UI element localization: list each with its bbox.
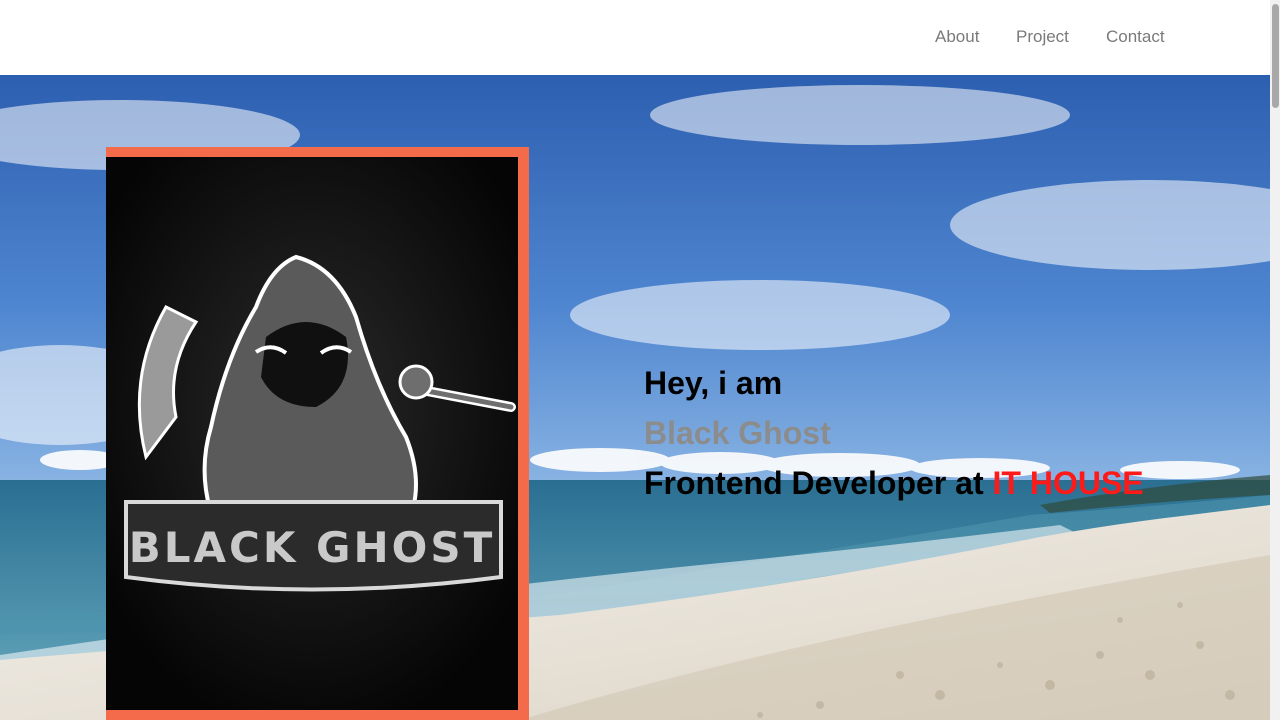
hero-section: BLACK GHOST Hey, i am Black Ghost Fronte… <box>0 75 1270 720</box>
black-ghost-logo-image: BLACK GHOST <box>106 157 518 710</box>
name-text: Black Ghost <box>644 415 831 451</box>
role-text: Frontend Developer at IT HOUSE <box>644 465 1144 502</box>
greeting-text: Hey, i am <box>644 365 783 401</box>
logo-wordmark: BLACK GHOST <box>129 523 496 572</box>
company-name: IT HOUSE <box>992 465 1144 501</box>
page-scrollbar[interactable] <box>1270 0 1280 720</box>
scrollbar-thumb[interactable] <box>1272 4 1279 108</box>
profile-image-frame: BLACK GHOST <box>106 147 529 720</box>
nav-link-project[interactable]: Project <box>1016 27 1069 47</box>
role-prefix: Frontend Developer at <box>644 465 993 501</box>
navbar: About Project Contact <box>0 0 1270 75</box>
nav-link-contact[interactable]: Contact <box>1106 27 1165 47</box>
nav-link-about[interactable]: About <box>935 27 979 47</box>
